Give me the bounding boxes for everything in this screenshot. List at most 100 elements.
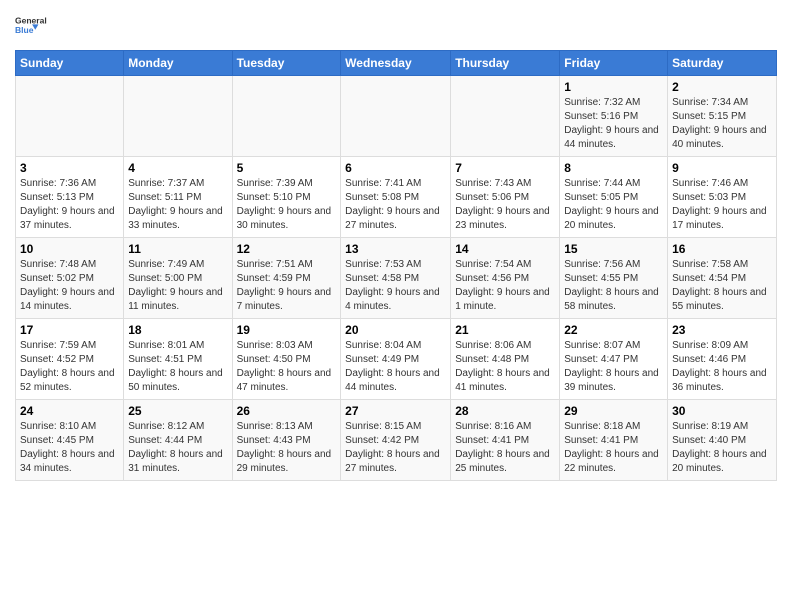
day-header-wednesday: Wednesday bbox=[341, 51, 451, 76]
day-number: 4 bbox=[128, 161, 227, 175]
day-number: 10 bbox=[20, 242, 119, 256]
day-info: Sunrise: 7:48 AM Sunset: 5:02 PM Dayligh… bbox=[20, 258, 119, 314]
calendar-cell: 21 Sunrise: 8:06 AM Sunset: 4:48 PM Dayli… bbox=[451, 319, 560, 400]
day-info: Sunrise: 7:32 AM Sunset: 5:16 PM Dayligh… bbox=[564, 96, 663, 152]
calendar-cell: 11 Sunrise: 7:49 AM Sunset: 5:00 PM Dayli… bbox=[124, 238, 232, 319]
calendar-cell: 18Sunrise: 8:01 AM Sunset: 4:51 PM Dayli… bbox=[124, 319, 232, 400]
day-number: 17 bbox=[20, 323, 119, 337]
day-info: Sunrise: 7:59 AM Sunset: 4:52 PM Dayligh… bbox=[20, 339, 119, 395]
day-header-friday: Friday bbox=[560, 51, 668, 76]
calendar-cell: 9 Sunrise: 7:46 AM Sunset: 5:03 PM Daylig… bbox=[668, 157, 777, 238]
day-info: Sunrise: 8:13 AM Sunset: 4:43 PM Dayligh… bbox=[237, 420, 337, 476]
day-number: 22 bbox=[564, 323, 663, 337]
day-header-sunday: Sunday bbox=[16, 51, 124, 76]
day-info: Sunrise: 8:06 AM Sunset: 4:48 PM Dayligh… bbox=[455, 339, 555, 395]
day-info: Sunrise: 7:46 AM Sunset: 5:03 PM Dayligh… bbox=[672, 177, 772, 233]
day-number: 24 bbox=[20, 404, 119, 418]
day-number: 16 bbox=[672, 242, 772, 256]
week-row-5: 24 Sunrise: 8:10 AM Sunset: 4:45 PM Dayli… bbox=[16, 400, 777, 481]
day-number: 30 bbox=[672, 404, 772, 418]
calendar-cell: 12 Sunrise: 7:51 AM Sunset: 4:59 PM Dayli… bbox=[232, 238, 341, 319]
day-info: Sunrise: 7:34 AM Sunset: 5:15 PM Dayligh… bbox=[672, 96, 772, 152]
day-number: 8 bbox=[564, 161, 663, 175]
day-header-monday: Monday bbox=[124, 51, 232, 76]
page-container: General Blue SundayMondayTuesdayWednesda… bbox=[0, 0, 792, 491]
day-number: 23 bbox=[672, 323, 772, 337]
day-info: Sunrise: 7:37 AM Sunset: 5:11 PM Dayligh… bbox=[128, 177, 227, 233]
calendar-cell: 10 Sunrise: 7:48 AM Sunset: 5:02 PM Dayli… bbox=[16, 238, 124, 319]
calendar-cell: 29Sunrise: 8:18 AM Sunset: 4:41 PM Dayli… bbox=[560, 400, 668, 481]
calendar-cell: 16 Sunrise: 7:58 AM Sunset: 4:54 PM Dayli… bbox=[668, 238, 777, 319]
day-info: Sunrise: 7:56 AM Sunset: 4:55 PM Dayligh… bbox=[564, 258, 663, 314]
day-info: Sunrise: 7:44 AM Sunset: 5:05 PM Dayligh… bbox=[564, 177, 663, 233]
day-number: 28 bbox=[455, 404, 555, 418]
calendar-cell: 5 Sunrise: 7:39 AM Sunset: 5:10 PM Daylig… bbox=[232, 157, 341, 238]
day-number: 12 bbox=[237, 242, 337, 256]
calendar-cell: 24 Sunrise: 8:10 AM Sunset: 4:45 PM Dayli… bbox=[16, 400, 124, 481]
day-number: 15 bbox=[564, 242, 663, 256]
day-info: Sunrise: 8:10 AM Sunset: 4:45 PM Dayligh… bbox=[20, 420, 119, 476]
day-number: 2 bbox=[672, 80, 772, 94]
day-number: 29 bbox=[564, 404, 663, 418]
svg-text:General: General bbox=[15, 15, 47, 25]
day-number: 9 bbox=[672, 161, 772, 175]
header: General Blue bbox=[15, 10, 777, 42]
day-info: Sunrise: 8:03 AM Sunset: 4:50 PM Dayligh… bbox=[237, 339, 337, 395]
day-number: 5 bbox=[237, 161, 337, 175]
calendar-cell: 23 Sunrise: 8:09 AM Sunset: 4:46 PM Dayli… bbox=[668, 319, 777, 400]
calendar-cell: 3 Sunrise: 7:36 AM Sunset: 5:13 PM Daylig… bbox=[16, 157, 124, 238]
day-number: 1 bbox=[564, 80, 663, 94]
week-row-2: 3 Sunrise: 7:36 AM Sunset: 5:13 PM Daylig… bbox=[16, 157, 777, 238]
calendar-cell bbox=[16, 76, 124, 157]
day-info: Sunrise: 8:09 AM Sunset: 4:46 PM Dayligh… bbox=[672, 339, 772, 395]
calendar-cell: 25Sunrise: 8:12 AM Sunset: 4:44 PM Dayli… bbox=[124, 400, 232, 481]
calendar-cell: 26 Sunrise: 8:13 AM Sunset: 4:43 PM Dayli… bbox=[232, 400, 341, 481]
day-number: 21 bbox=[455, 323, 555, 337]
calendar-cell: 15 Sunrise: 7:56 AM Sunset: 4:55 PM Dayli… bbox=[560, 238, 668, 319]
calendar-cell bbox=[451, 76, 560, 157]
calendar-cell bbox=[124, 76, 232, 157]
day-info: Sunrise: 7:39 AM Sunset: 5:10 PM Dayligh… bbox=[237, 177, 337, 233]
day-info: Sunrise: 7:53 AM Sunset: 4:58 PM Dayligh… bbox=[345, 258, 446, 314]
day-info: Sunrise: 7:54 AM Sunset: 4:56 PM Dayligh… bbox=[455, 258, 555, 314]
calendar-table: SundayMondayTuesdayWednesdayThursdayFrid… bbox=[15, 50, 777, 481]
week-row-1: 1 Sunrise: 7:32 AM Sunset: 5:16 PM Daylig… bbox=[16, 76, 777, 157]
calendar-cell: 22 Sunrise: 8:07 AM Sunset: 4:47 PM Dayli… bbox=[560, 319, 668, 400]
calendar-cell: 13 Sunrise: 7:53 AM Sunset: 4:58 PM Dayli… bbox=[341, 238, 451, 319]
day-number: 19 bbox=[237, 323, 337, 337]
logo-svg: General Blue bbox=[15, 10, 47, 42]
day-info: Sunrise: 7:43 AM Sunset: 5:06 PM Dayligh… bbox=[455, 177, 555, 233]
week-row-3: 10 Sunrise: 7:48 AM Sunset: 5:02 PM Dayli… bbox=[16, 238, 777, 319]
week-row-4: 17 Sunrise: 7:59 AM Sunset: 4:52 PM Dayli… bbox=[16, 319, 777, 400]
calendar-cell: 28 Sunrise: 8:16 AM Sunset: 4:41 PM Dayli… bbox=[451, 400, 560, 481]
day-header-saturday: Saturday bbox=[668, 51, 777, 76]
day-number: 11 bbox=[128, 242, 227, 256]
day-info: Sunrise: 7:41 AM Sunset: 5:08 PM Dayligh… bbox=[345, 177, 446, 233]
day-number: 6 bbox=[345, 161, 446, 175]
day-info: Sunrise: 7:36 AM Sunset: 5:13 PM Dayligh… bbox=[20, 177, 119, 233]
calendar-cell: 20 Sunrise: 8:04 AM Sunset: 4:49 PM Dayli… bbox=[341, 319, 451, 400]
calendar-cell: 14 Sunrise: 7:54 AM Sunset: 4:56 PM Dayli… bbox=[451, 238, 560, 319]
day-header-tuesday: Tuesday bbox=[232, 51, 341, 76]
calendar-cell: 17 Sunrise: 7:59 AM Sunset: 4:52 PM Dayli… bbox=[16, 319, 124, 400]
calendar-cell: 6 Sunrise: 7:41 AM Sunset: 5:08 PM Daylig… bbox=[341, 157, 451, 238]
day-number: 13 bbox=[345, 242, 446, 256]
day-info: Sunrise: 8:04 AM Sunset: 4:49 PM Dayligh… bbox=[345, 339, 446, 395]
logo: General Blue bbox=[15, 10, 47, 42]
day-info: Sunrise: 7:49 AM Sunset: 5:00 PM Dayligh… bbox=[128, 258, 227, 314]
calendar-cell: 7 Sunrise: 7:43 AM Sunset: 5:06 PM Daylig… bbox=[451, 157, 560, 238]
day-number: 7 bbox=[455, 161, 555, 175]
calendar-cell: 30Sunrise: 8:19 AM Sunset: 4:40 PM Dayli… bbox=[668, 400, 777, 481]
svg-text:Blue: Blue bbox=[15, 25, 34, 35]
day-header-thursday: Thursday bbox=[451, 51, 560, 76]
calendar-cell: 19 Sunrise: 8:03 AM Sunset: 4:50 PM Dayli… bbox=[232, 319, 341, 400]
day-number: 20 bbox=[345, 323, 446, 337]
day-number: 3 bbox=[20, 161, 119, 175]
day-info: Sunrise: 8:16 AM Sunset: 4:41 PM Dayligh… bbox=[455, 420, 555, 476]
header-row: SundayMondayTuesdayWednesdayThursdayFrid… bbox=[16, 51, 777, 76]
day-info: Sunrise: 7:58 AM Sunset: 4:54 PM Dayligh… bbox=[672, 258, 772, 314]
day-info: Sunrise: 8:07 AM Sunset: 4:47 PM Dayligh… bbox=[564, 339, 663, 395]
day-info: Sunrise: 7:51 AM Sunset: 4:59 PM Dayligh… bbox=[237, 258, 337, 314]
day-number: 26 bbox=[237, 404, 337, 418]
day-number: 14 bbox=[455, 242, 555, 256]
